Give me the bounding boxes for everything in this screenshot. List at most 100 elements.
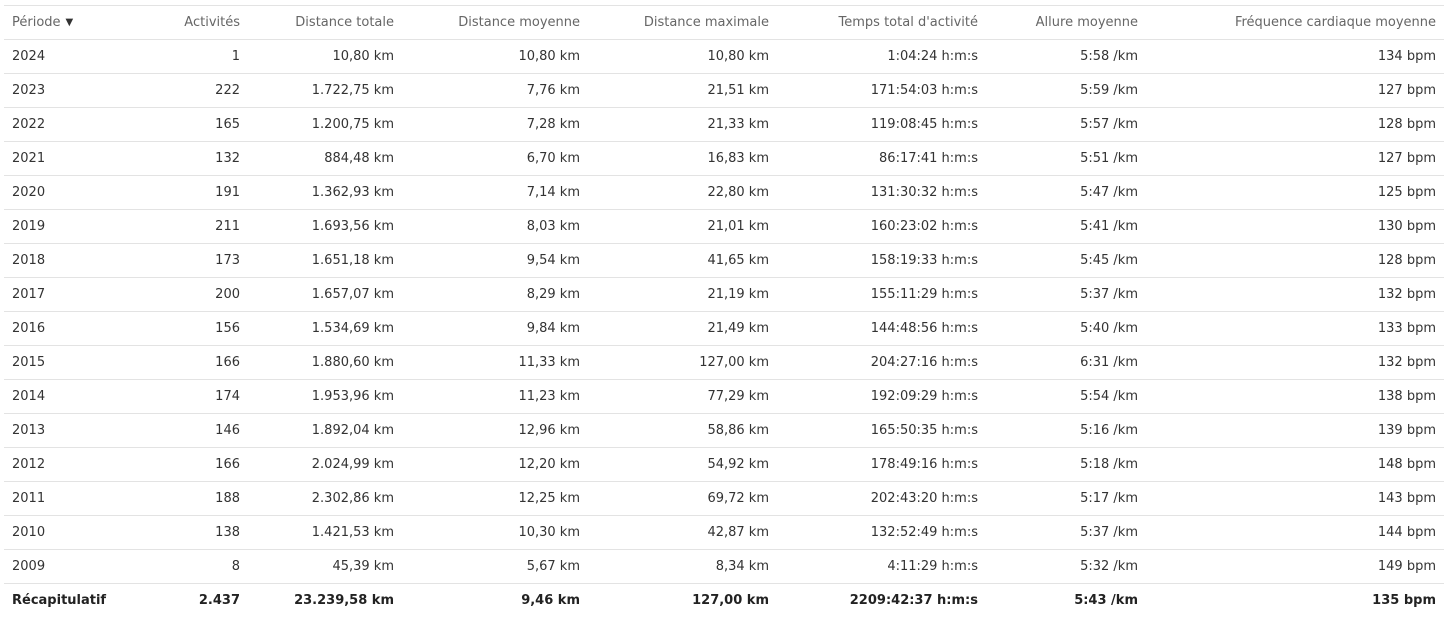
cell-period: 2010 <box>4 515 134 550</box>
table-row[interactable]: 2011 188 2.302,86 km 12,25 km 69,72 km 202:43… <box>4 481 1444 516</box>
cell-max-distance: 21,19 km <box>588 277 777 312</box>
cell-avg-pace: 5:58 /km <box>986 39 1146 74</box>
cell-avg-pace: 5:47 /km <box>986 175 1146 210</box>
cell-total-time: 204:27:16 h:m:s <box>777 345 986 380</box>
cell-avg-heart-rate: 132 bpm <box>1146 277 1444 312</box>
cell-avg-distance: 6,70 km <box>402 141 588 176</box>
summary-row: Récapitulatif 2.437 23.239,58 km 9,46 km… <box>4 584 1444 618</box>
cell-total-time: 132:52:49 h:m:s <box>777 515 986 550</box>
cell-total-distance: 1.657,07 km <box>248 277 402 312</box>
table-row[interactable]: 2016 156 1.534,69 km 9,84 km 21,49 km 144:48:… <box>4 311 1444 346</box>
col-header-total-time[interactable]: Temps total d'activité <box>777 5 986 40</box>
table-row[interactable]: 2018 173 1.651,18 km 9,54 km 41,65 km 158:19:… <box>4 243 1444 278</box>
summary-max-distance: 127,00 km <box>692 593 769 609</box>
cell-avg-pace: 5:41 /km <box>986 209 1146 244</box>
table-row[interactable]: 2017 200 1.657,07 km 8,29 km 21,19 km 155:11:… <box>4 277 1444 312</box>
cell-avg-pace: 5:51 /km <box>986 141 1146 176</box>
cell-max-distance: 77,29 km <box>588 379 777 414</box>
cell-avg-distance: 12,96 km <box>402 413 588 448</box>
cell-activities: 191 <box>134 175 248 210</box>
cell-activities: 166 <box>134 447 248 482</box>
table-row[interactable]: 2023 222 1.722,75 km 7,76 km 21,51 km 171:54:… <box>4 73 1444 108</box>
cell-max-distance: 58,86 km <box>588 413 777 448</box>
cell-avg-distance: 11,23 km <box>402 379 588 414</box>
cell-total-time: 178:49:16 h:m:s <box>777 447 986 482</box>
cell-max-distance: 54,92 km <box>588 447 777 482</box>
cell-avg-distance: 12,20 km <box>402 447 588 482</box>
cell-avg-distance: 8,29 km <box>402 277 588 312</box>
cell-avg-heart-rate: 139 bpm <box>1146 413 1444 448</box>
table-row[interactable]: 2010 138 1.421,53 km 10,30 km 42,87 km 132:52… <box>4 515 1444 550</box>
cell-activities: 174 <box>134 379 248 414</box>
cell-activities: 1 <box>134 39 248 74</box>
cell-total-distance: 2.302,86 km <box>248 481 402 516</box>
cell-period: 2012 <box>4 447 134 482</box>
cell-avg-distance: 7,76 km <box>402 73 588 108</box>
col-header-avg-heart-rate[interactable]: Fréquence cardiaque moyenne <box>1146 5 1444 40</box>
table-body: 2024 1 10,80 km 10,80 km 10,80 km 1:04:24 h:m… <box>4 39 1444 584</box>
cell-avg-distance: 9,54 km <box>402 243 588 278</box>
table-row[interactable]: 2021 132 884,48 km 6,70 km 16,83 km 86:17:41 … <box>4 141 1444 176</box>
cell-activities: 200 <box>134 277 248 312</box>
cell-period: 2018 <box>4 243 134 278</box>
summary-avg-heart-rate: 135 bpm <box>1372 593 1436 609</box>
cell-total-distance: 1.362,93 km <box>248 175 402 210</box>
stats-table-container: Période ▼ Activités Distance totale Dista… <box>4 5 1444 618</box>
cell-max-distance: 21,33 km <box>588 107 777 142</box>
cell-total-time: 4:11:29 h:m:s <box>777 549 986 584</box>
cell-period: 2021 <box>4 141 134 176</box>
col-header-period[interactable]: Période ▼ <box>4 5 134 40</box>
cell-avg-heart-rate: 128 bpm <box>1146 107 1444 142</box>
cell-max-distance: 16,83 km <box>588 141 777 176</box>
table-row[interactable]: 2015 166 1.880,60 km 11,33 km 127,00 km 204:2… <box>4 345 1444 380</box>
summary-label: Récapitulatif <box>12 593 107 609</box>
summary-activities: 2.437 <box>198 593 240 609</box>
table-row[interactable]: 2022 165 1.200,75 km 7,28 km 21,33 km 119:08:… <box>4 107 1444 142</box>
cell-total-time: 192:09:29 h:m:s <box>777 379 986 414</box>
cell-total-distance: 1.892,04 km <box>248 413 402 448</box>
cell-total-time: 155:11:29 h:m:s <box>777 277 986 312</box>
cell-total-time: 1:04:24 h:m:s <box>777 39 986 74</box>
table-row[interactable]: 2019 211 1.693,56 km 8,03 km 21,01 km 160:23:… <box>4 209 1444 244</box>
col-header-activities[interactable]: Activités <box>134 5 248 40</box>
cell-activities: 166 <box>134 345 248 380</box>
cell-avg-pace: 5:40 /km <box>986 311 1146 346</box>
cell-period: 2015 <box>4 345 134 380</box>
cell-period: 2024 <box>4 39 134 74</box>
cell-avg-pace: 5:16 /km <box>986 413 1146 448</box>
cell-avg-heart-rate: 133 bpm <box>1146 311 1444 346</box>
cell-avg-distance: 7,28 km <box>402 107 588 142</box>
cell-activities: 138 <box>134 515 248 550</box>
cell-avg-pace: 5:37 /km <box>986 515 1146 550</box>
cell-max-distance: 22,80 km <box>588 175 777 210</box>
cell-period: 2019 <box>4 209 134 244</box>
table-row[interactable]: 2024 1 10,80 km 10,80 km 10,80 km 1:04:24 h:m… <box>4 39 1444 74</box>
cell-avg-heart-rate: 128 bpm <box>1146 243 1444 278</box>
cell-period: 2016 <box>4 311 134 346</box>
cell-max-distance: 10,80 km <box>588 39 777 74</box>
table-row[interactable]: 2013 146 1.892,04 km 12,96 km 58,86 km 165:50… <box>4 413 1444 448</box>
table-row[interactable]: 2009 8 45,39 km 5,67 km 8,34 km 4:11:29 h:m:s… <box>4 549 1444 584</box>
summary-total-time: 2209:42:37 h:m:s <box>849 593 978 609</box>
cell-activities: 146 <box>134 413 248 448</box>
cell-avg-distance: 10,80 km <box>402 39 588 74</box>
cell-avg-heart-rate: 127 bpm <box>1146 141 1444 176</box>
col-header-avg-pace[interactable]: Allure moyenne <box>986 5 1146 40</box>
cell-avg-distance: 12,25 km <box>402 481 588 516</box>
cell-total-distance: 45,39 km <box>248 549 402 584</box>
col-header-max-distance[interactable]: Distance maximale <box>588 5 777 40</box>
cell-activities: 222 <box>134 73 248 108</box>
cell-total-distance: 884,48 km <box>248 141 402 176</box>
cell-max-distance: 41,65 km <box>588 243 777 278</box>
cell-avg-distance: 11,33 km <box>402 345 588 380</box>
table-row[interactable]: 2012 166 2.024,99 km 12,20 km 54,92 km 178:49… <box>4 447 1444 482</box>
cell-avg-heart-rate: 144 bpm <box>1146 515 1444 550</box>
table-row[interactable]: 2020 191 1.362,93 km 7,14 km 22,80 km 131:30:… <box>4 175 1444 210</box>
cell-max-distance: 8,34 km <box>588 549 777 584</box>
cell-total-distance: 1.200,75 km <box>248 107 402 142</box>
cell-max-distance: 127,00 km <box>588 345 777 380</box>
col-header-total-distance[interactable]: Distance totale <box>248 5 402 40</box>
table-row[interactable]: 2014 174 1.953,96 km 11,23 km 77,29 km 192:09… <box>4 379 1444 414</box>
col-header-avg-distance[interactable]: Distance moyenne <box>402 5 588 40</box>
cell-total-distance: 1.953,96 km <box>248 379 402 414</box>
